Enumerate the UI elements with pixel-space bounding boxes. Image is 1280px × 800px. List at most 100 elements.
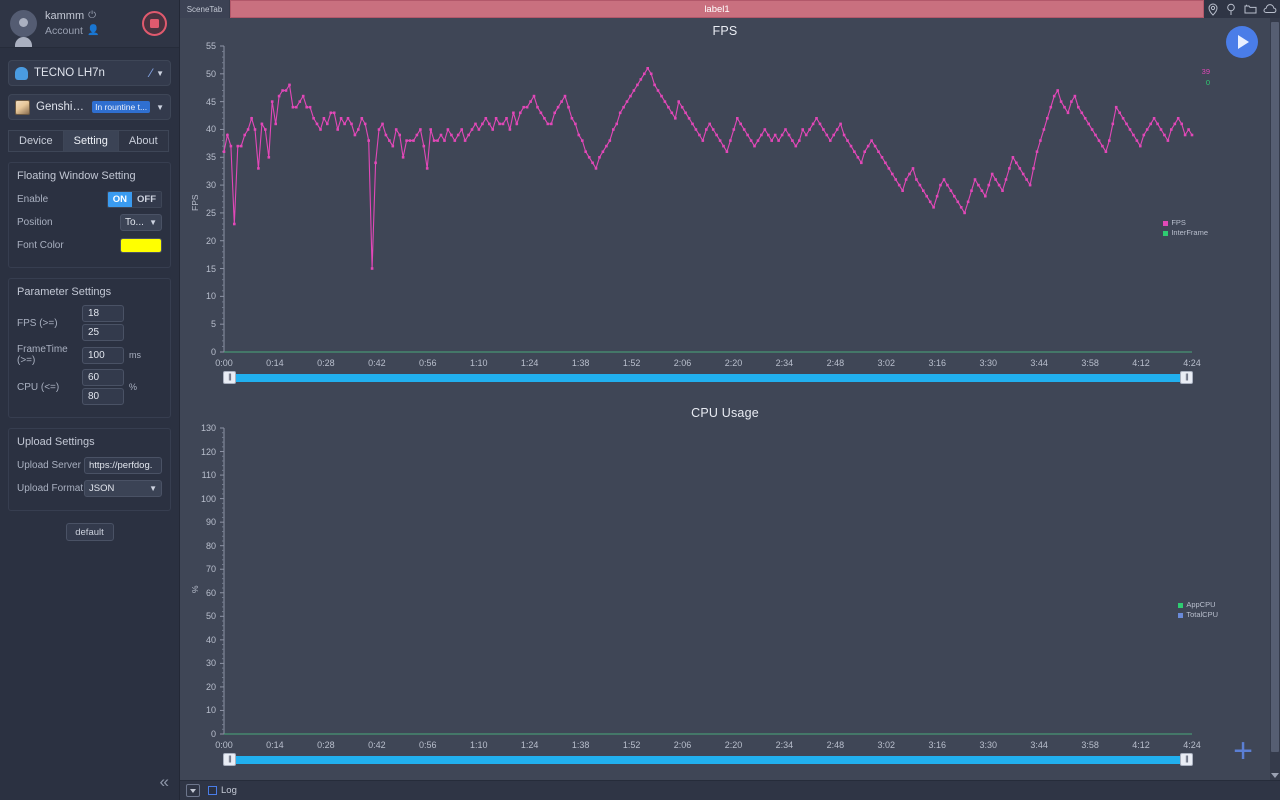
collapse-left-icon[interactable]: « xyxy=(160,772,169,792)
dropdown-icon[interactable] xyxy=(186,784,200,797)
current-value-readout: 0 xyxy=(1205,78,1210,88)
timeline-slider-handle-start[interactable]: ||| xyxy=(223,753,236,766)
scene-label[interactable]: label1 xyxy=(230,0,1204,18)
parameter-settings-title: Parameter Settings xyxy=(17,286,112,298)
cpu-threshold-label: CPU (<=) xyxy=(17,381,60,393)
legend-swatch-icon xyxy=(1178,612,1184,618)
frametime-threshold-label: FrameTime (>=) xyxy=(17,344,68,366)
android-icon xyxy=(15,66,28,80)
charts-container: FPS 0 5 10 15 20 25 30 35 40 45 50 55 0:00 0:14 0:28 0:… xyxy=(180,18,1270,780)
status-badge: In rountine t... xyxy=(92,101,151,113)
fps-legend: FPS InterFrame xyxy=(1163,218,1208,238)
app-selector[interactable]: Genshin Imp... In rountine t... ▼ xyxy=(8,94,171,120)
floating-window-setting-group: Floating Window Setting Enable ON OFF Po… xyxy=(8,162,171,268)
cpu-chart-block: CPU Usage 0 10 20 30 40 50 60 70 80 90 100 110 120 13… xyxy=(180,400,1270,780)
account-sub-row[interactable]: Account 👤 xyxy=(45,25,99,37)
font-color-row: Font Color xyxy=(17,235,162,255)
chevron-down-icon[interactable]: ▼ xyxy=(156,103,164,112)
cpu-max-input[interactable]: 80 xyxy=(82,388,124,405)
cloud-icon[interactable] xyxy=(1263,3,1277,15)
enable-label: Enable xyxy=(17,193,49,205)
font-color-label: Font Color xyxy=(17,239,64,251)
device-name: TECNO LH7n xyxy=(34,67,105,79)
app-icon xyxy=(15,99,30,115)
fps-min-input[interactable]: 18 xyxy=(82,305,124,322)
legend-item[interactable]: InterFrame xyxy=(1163,228,1208,238)
current-value-readout: 39 xyxy=(1201,67,1210,76)
toggle-off[interactable]: OFF xyxy=(132,191,161,207)
account-label: Account xyxy=(45,25,83,37)
upload-format-value: JSON xyxy=(89,482,115,494)
position-row: Position To... ▼ xyxy=(17,212,162,232)
timeline-slider-handle-end[interactable]: ||| xyxy=(1180,753,1193,766)
tab-about[interactable]: About xyxy=(118,130,169,152)
fps-plot-area[interactable]: 0 5 10 15 20 25 30 35 40 45 50 55 0:00 0:14 0:28 0:42 0:… xyxy=(180,38,1270,388)
upload-server-label: Upload Server xyxy=(17,459,81,471)
sidebar: kammm ⏻ Account 👤 TECNO LH7n ⁄⁄ ▼ Genshi… xyxy=(0,0,180,800)
legend-item[interactable]: TotalCPU xyxy=(1178,610,1218,620)
fps-threshold-label: FPS (>=) xyxy=(17,317,58,329)
default-button[interactable]: default xyxy=(65,523,114,541)
timeline-slider-track[interactable] xyxy=(230,756,1186,764)
frametime-input[interactable]: 100 xyxy=(82,346,124,364)
status-bar: Log xyxy=(180,780,1280,800)
user-add-icon[interactable]: 👤 xyxy=(87,26,99,36)
chart-svg-1 xyxy=(220,427,1192,735)
scene-bar: SceneTab label1 xyxy=(180,0,1280,18)
fps-current-values: 39 0 xyxy=(1202,66,1210,89)
vertical-scrollbar[interactable] xyxy=(1270,18,1280,780)
chevron-down-icon: ▼ xyxy=(149,483,157,493)
legend-item[interactable]: FPS xyxy=(1163,218,1208,228)
tab-setting[interactable]: Setting xyxy=(63,130,119,152)
legend-swatch-icon xyxy=(1178,602,1184,608)
legend-label: TotalCPU xyxy=(1186,610,1218,620)
legend-swatch-icon xyxy=(1163,230,1169,236)
play-button[interactable] xyxy=(1226,26,1258,58)
legend-label: InterFrame xyxy=(1171,228,1208,238)
marker-pin-icon[interactable] xyxy=(1225,3,1237,16)
upload-format-select[interactable]: JSON ▼ xyxy=(84,479,162,497)
account-name-row: kammm ⏻ xyxy=(45,10,99,22)
fps-max-input[interactable]: 25 xyxy=(82,324,124,341)
power-icon[interactable]: ⏻ xyxy=(88,11,96,21)
account-name: kammm xyxy=(45,10,85,22)
timeline-slider-handle-start[interactable]: ||| xyxy=(223,371,236,384)
location-pin-icon[interactable] xyxy=(1207,2,1219,16)
cpu-min-input[interactable]: 60 xyxy=(82,369,124,386)
enable-row: Enable ON OFF xyxy=(17,189,162,209)
legend-swatch-icon xyxy=(1163,220,1169,226)
chevron-down-icon[interactable]: ▼ xyxy=(156,69,164,78)
parameter-settings-group: Parameter Settings FPS (>=) 18 25 FrameT… xyxy=(8,278,171,418)
app-root: kammm ⏻ Account 👤 TECNO LH7n ⁄⁄ ▼ Genshi… xyxy=(0,0,1280,800)
upload-settings-title: Upload Settings xyxy=(17,436,95,448)
scene-icon-group xyxy=(1204,0,1280,18)
fps-chart-block: FPS 0 5 10 15 20 25 30 35 40 45 50 55 0:00 0:14 0:28 0:… xyxy=(180,18,1270,400)
scroll-down-arrow-icon[interactable] xyxy=(1271,773,1279,778)
sidebar-tabs: Device Setting About xyxy=(8,130,171,152)
legend-label: FPS xyxy=(1171,218,1186,227)
log-checkbox-row[interactable]: Log xyxy=(208,785,237,796)
upload-settings-group: Upload Settings Upload Server https://pe… xyxy=(8,428,171,511)
device-selector[interactable]: TECNO LH7n ⁄⁄ ▼ xyxy=(8,60,171,86)
font-color-swatch[interactable] xyxy=(120,237,162,253)
log-checkbox[interactable] xyxy=(208,786,217,795)
chart-svg-0 xyxy=(220,45,1194,353)
legend-item[interactable]: AppCPU xyxy=(1178,600,1218,610)
avatar[interactable] xyxy=(10,10,37,47)
position-select[interactable]: To... ▼ xyxy=(120,213,162,231)
timeline-slider-handle-end[interactable]: ||| xyxy=(1180,371,1193,384)
tab-device[interactable]: Device xyxy=(8,130,64,152)
timeline-slider-track[interactable] xyxy=(230,374,1186,382)
series-line-fps xyxy=(223,67,1193,269)
cpu-plot-area[interactable]: 0 10 20 30 40 50 60 70 80 90 100 110 120 130 0:00 0:14 0… xyxy=(180,420,1270,770)
toggle-on[interactable]: ON xyxy=(107,191,132,207)
record-stop-button[interactable] xyxy=(142,11,167,36)
upload-format-row: Upload Format JSON ▼ xyxy=(17,478,162,498)
upload-server-input[interactable]: https://perfdog. xyxy=(84,456,162,474)
folder-icon[interactable] xyxy=(1244,3,1257,15)
add-button[interactable]: + xyxy=(1228,734,1258,768)
scrollbar-thumb[interactable] xyxy=(1271,22,1279,752)
scene-tab[interactable]: SceneTab xyxy=(180,0,230,18)
floating-window-title: Floating Window Setting xyxy=(17,170,136,182)
enable-toggle[interactable]: ON OFF xyxy=(106,190,162,208)
